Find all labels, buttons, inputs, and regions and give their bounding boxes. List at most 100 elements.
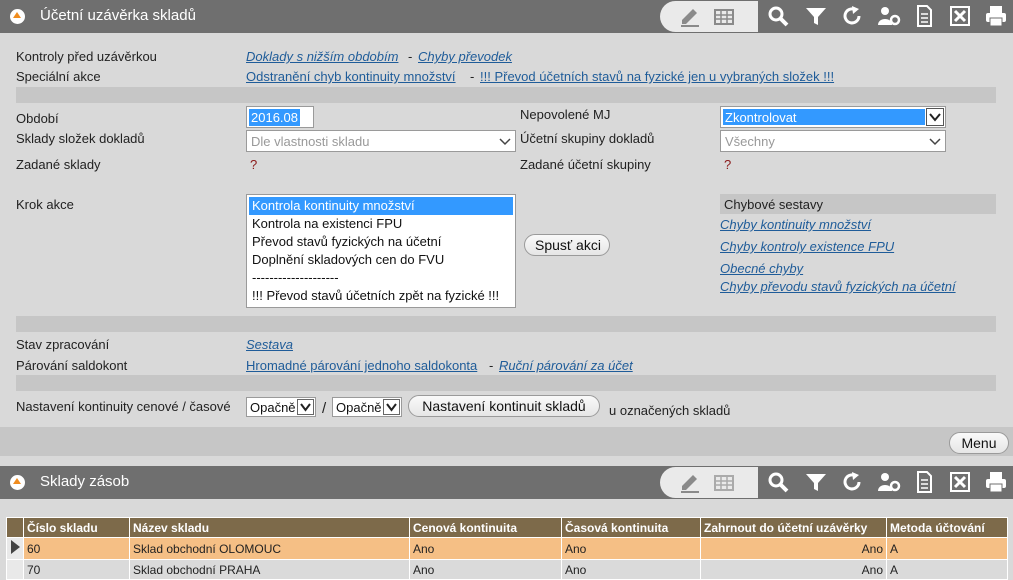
cell-casova[interactable]: Ano [561, 559, 701, 580]
cell-cislo[interactable]: 60 [23, 537, 130, 560]
continuity-price-value: Opačně [250, 400, 296, 415]
cell-zahrnout[interactable]: Ano [700, 559, 887, 580]
table-row[interactable]: 70 Sklad obchodní PRAHA Ano Ano Ano A [6, 559, 1008, 580]
toolbar-light-group [660, 1, 758, 32]
document-icon[interactable] [908, 466, 940, 499]
step-listbox[interactable]: Kontrola kontinuity množství Kontrola na… [246, 194, 516, 308]
link-transfer-errors[interactable]: Chyby převodek [418, 49, 512, 64]
given-stores-value[interactable]: ? [250, 157, 257, 172]
excel-icon[interactable] [944, 466, 976, 499]
filter-icon[interactable] [800, 0, 832, 33]
stores-grid: Číslo skladu Název skladu Cenová kontinu… [6, 517, 1008, 580]
cell-cenova[interactable]: Ano [409, 559, 562, 580]
excel-icon[interactable] [944, 0, 976, 33]
continuity-label: Nastavení kontinuity cenové / časové [16, 399, 231, 414]
continuity-slash: / [322, 400, 327, 417]
step-option[interactable]: Převod stavů fyzických na účetní [249, 233, 513, 251]
cell-zahrnout[interactable]: Ano [700, 537, 887, 560]
row-pointer-cell[interactable] [6, 537, 24, 560]
chevron-down-icon[interactable] [383, 399, 400, 415]
acc-groups-label: Účetní skupiny dokladů [520, 131, 655, 146]
link-lower-period-docs[interactable]: Doklady s nižším obdobím [246, 49, 398, 64]
continuity-settings-button[interactable]: Nastavení kontinuit skladů [408, 395, 600, 417]
run-action-button[interactable]: Spusť akci [524, 234, 610, 256]
link-transfer-selected[interactable]: !!! Převod účetních stavů na fyzické jen… [480, 69, 834, 84]
state-label: Stav zpracování [16, 337, 110, 352]
given-stores-label: Zadané sklady [16, 157, 101, 172]
table-row[interactable]: 60 Sklad obchodní OLOMOUC Ano Ano Ano A [6, 537, 1008, 560]
column-header[interactable]: Cenová kontinuita [409, 517, 562, 538]
step-option[interactable]: Kontrola kontinuity množství [249, 197, 513, 215]
top-panel-title: Účetní uzávěrka skladů [40, 7, 196, 24]
continuity-suffix: u označených skladů [609, 403, 731, 418]
step-option[interactable]: Kontrola na existenci FPU [249, 215, 513, 233]
collapse-icon[interactable] [10, 9, 25, 24]
column-header[interactable]: Metoda účtování [886, 517, 1008, 538]
link-error-continuity[interactable]: Chyby kontinuity množství [720, 217, 871, 232]
cell-cenova[interactable]: Ano [409, 537, 562, 560]
search-icon[interactable] [762, 466, 794, 499]
settings-icon[interactable] [872, 466, 904, 499]
separator-bar [16, 316, 996, 332]
chevron-down-icon[interactable] [499, 134, 511, 148]
chevron-down-icon[interactable] [297, 399, 314, 415]
disallowed-mj-select[interactable]: Zkontrolovat [720, 106, 946, 128]
document-icon[interactable] [908, 0, 940, 33]
step-option[interactable]: Doplnění skladových cen do FVU [249, 251, 513, 269]
refresh-icon[interactable] [836, 466, 868, 499]
disallowed-mj-value: Zkontrolovat [723, 109, 925, 125]
separator-dash: - [489, 358, 494, 373]
period-value: 2016.08 [249, 109, 300, 126]
column-header[interactable]: Název skladu [129, 517, 410, 538]
continuity-time-value: Opačně [336, 400, 382, 415]
edit-icon[interactable] [674, 1, 706, 34]
cell-nazev[interactable]: Sklad obchodní OLOMOUC [129, 537, 410, 560]
link-bulk-pairing[interactable]: Hromadné párování jednoho saldokonta [246, 358, 477, 373]
print-icon[interactable] [980, 466, 1012, 499]
period-input[interactable]: 2016.08 [246, 106, 314, 128]
print-icon[interactable] [980, 0, 1012, 33]
cell-metoda[interactable]: A [886, 559, 1008, 580]
bottom-panel-title: Sklady zásob [40, 473, 130, 490]
cell-casova[interactable]: Ano [561, 537, 701, 560]
edit-icon[interactable] [674, 467, 706, 500]
cell-nazev[interactable]: Sklad obchodní PRAHA [129, 559, 410, 580]
cell-metoda[interactable]: A [886, 537, 1008, 560]
stores-label: Sklady složek dokladů [16, 131, 145, 146]
filter-icon[interactable] [800, 466, 832, 499]
stores-select[interactable]: Dle vlastnosti skladu [246, 130, 516, 152]
refresh-icon[interactable] [836, 0, 868, 33]
error-reports-header: Chybové sestavy [720, 194, 996, 214]
acc-groups-select[interactable]: Všechny [720, 130, 946, 152]
given-groups-value[interactable]: ? [724, 157, 731, 172]
menu-button[interactable]: Menu [949, 432, 1009, 454]
column-header[interactable]: Číslo skladu [23, 517, 130, 538]
grid-header-row: Číslo skladu Název skladu Cenová kontinu… [6, 517, 1008, 538]
chevron-down-icon[interactable] [926, 108, 944, 126]
menu-bar [0, 427, 1013, 456]
collapse-icon[interactable] [10, 475, 25, 490]
link-remove-continuity-errors[interactable]: Odstranění chyb kontinuity množství [246, 69, 456, 84]
step-option[interactable]: -------------------- [249, 269, 513, 287]
continuity-time-select[interactable]: Opačně [332, 397, 402, 417]
step-option[interactable]: !!! Převod stavů účetních zpět na fyzick… [249, 287, 513, 305]
link-report[interactable]: Sestava [246, 337, 293, 352]
table-icon[interactable] [708, 467, 740, 500]
link-error-general[interactable]: Obecné chyby [720, 261, 803, 276]
given-groups-label: Zadané účetní skupiny [520, 157, 651, 172]
top-panel-titlebar: Účetní uzávěrka skladů [0, 0, 1013, 33]
table-icon[interactable] [708, 1, 740, 34]
settings-icon[interactable] [872, 0, 904, 33]
link-error-fpu[interactable]: Chyby kontroly existence FPU [720, 239, 894, 254]
chevron-down-icon[interactable] [929, 134, 941, 148]
search-icon[interactable] [762, 0, 794, 33]
link-error-transfer[interactable]: Chyby převodu stavů fyzických na účetní [720, 279, 956, 294]
toolbar-light-group [660, 467, 758, 498]
column-header[interactable]: Zahrnout do účetní uzávěrky [700, 517, 887, 538]
cell-cislo[interactable]: 70 [23, 559, 130, 580]
period-label: Období [16, 111, 59, 126]
link-manual-pairing[interactable]: Ruční párování za účet [499, 358, 633, 373]
continuity-price-select[interactable]: Opačně [246, 397, 316, 417]
row-pointer-cell[interactable] [6, 559, 24, 580]
column-header[interactable]: Časová kontinuita [561, 517, 701, 538]
